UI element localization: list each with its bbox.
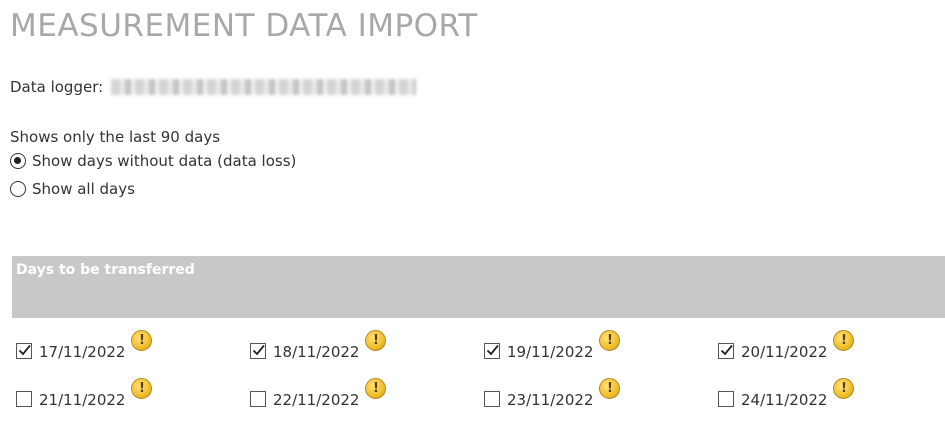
day-item: 20/11/2022!	[718, 330, 855, 361]
checkmark-icon	[486, 344, 499, 356]
radio-show-days-without-data[interactable]: Show days without data (data loss)	[10, 152, 296, 170]
day-date-label: 19/11/2022	[507, 343, 594, 361]
day-item: 24/11/2022!	[718, 378, 855, 409]
day-checkbox[interactable]	[718, 391, 734, 407]
warning-icon: !	[131, 330, 153, 351]
section-header-title: Days to be transferred	[16, 262, 195, 278]
warning-icon: !	[833, 378, 855, 399]
radio-show-all-days[interactable]: Show all days	[10, 180, 135, 198]
warning-icon: !	[131, 378, 153, 399]
day-checkbox[interactable]	[484, 391, 500, 407]
day-checkbox-checked[interactable]	[718, 343, 734, 359]
page-title: MEASUREMENT DATA IMPORT	[10, 8, 478, 44]
day-checkbox-checked[interactable]	[16, 343, 32, 359]
checkmark-icon	[252, 344, 265, 356]
radio-button[interactable]	[10, 181, 26, 197]
data-logger-value-redacted	[111, 79, 417, 95]
day-date-label: 22/11/2022	[273, 391, 360, 409]
radio-label: Show all days	[32, 180, 135, 198]
radio-label: Show days without data (data loss)	[32, 152, 297, 170]
data-logger-label: Data logger:	[10, 78, 104, 96]
day-item: 17/11/2022!	[16, 330, 153, 361]
warning-icon: !	[599, 330, 621, 351]
day-item: 21/11/2022!	[16, 378, 153, 409]
day-checkbox[interactable]	[250, 391, 266, 407]
filter-note: Shows only the last 90 days	[10, 128, 221, 146]
radio-button-selected[interactable]	[10, 153, 26, 169]
day-checkbox[interactable]	[16, 391, 32, 407]
day-checkbox-checked[interactable]	[250, 343, 266, 359]
day-item: 23/11/2022!	[484, 378, 621, 409]
checkmark-icon	[18, 344, 31, 356]
day-date-label: 21/11/2022	[39, 391, 126, 409]
data-logger-row: Data logger:	[10, 78, 417, 96]
warning-icon: !	[599, 378, 621, 399]
day-item: 19/11/2022!	[484, 330, 621, 361]
checkmark-icon	[720, 344, 733, 356]
day-date-label: 20/11/2022	[741, 343, 828, 361]
day-item: 18/11/2022!	[250, 330, 387, 361]
day-date-label: 17/11/2022	[39, 343, 126, 361]
day-checkbox-checked[interactable]	[484, 343, 500, 359]
warning-icon: !	[833, 330, 855, 351]
day-date-label: 23/11/2022	[507, 391, 594, 409]
day-date-label: 24/11/2022	[741, 391, 828, 409]
days-to-transfer-header: Days to be transferred	[12, 256, 945, 318]
warning-icon: !	[365, 330, 387, 351]
day-date-label: 18/11/2022	[273, 343, 360, 361]
warning-icon: !	[365, 378, 387, 399]
day-item: 22/11/2022!	[250, 378, 387, 409]
